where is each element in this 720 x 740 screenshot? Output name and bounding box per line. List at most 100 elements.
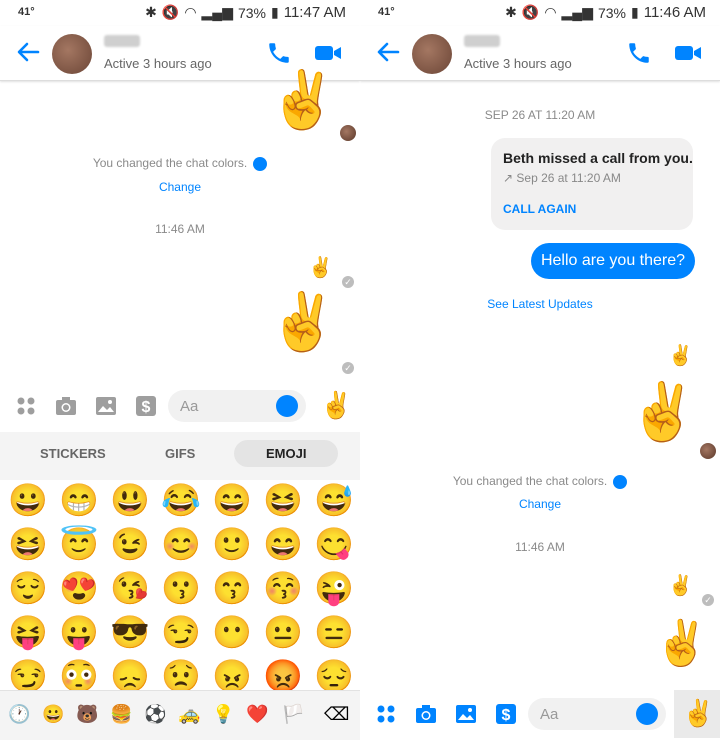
camera-icon[interactable]: [54, 394, 78, 418]
emoji-cell[interactable]: 😃: [110, 484, 150, 516]
signal-icon: ▂▄▆: [201, 4, 233, 20]
backspace-icon[interactable]: ⌫: [324, 705, 349, 723]
contact-name-blurred: [104, 35, 140, 47]
chat-header-2: Active 3 hours ago: [360, 26, 720, 81]
emoji-cell[interactable]: 😀: [8, 484, 48, 516]
emoji-cell[interactable]: 😞: [110, 660, 150, 690]
peace-sticker-r2[interactable]: ✌️: [654, 622, 709, 666]
emoji-cell[interactable]: 😳: [59, 660, 99, 690]
emoji-cell[interactable]: 😟: [161, 660, 201, 690]
more-apps-icon[interactable]: [374, 702, 398, 726]
clock: 11:47 AM: [283, 4, 346, 21]
emoji-button-icon[interactable]: [276, 395, 298, 417]
emoji-cell[interactable]: 😇: [59, 528, 99, 560]
peace-emoji-small-r2[interactable]: ✌️: [668, 576, 693, 596]
flags-icon[interactable]: 🏳️: [282, 705, 304, 723]
mute-icon: 🔇: [521, 4, 540, 20]
phone-icon[interactable]: [266, 40, 292, 66]
emoji-cell[interactable]: 😄: [212, 484, 252, 516]
tab-emoji[interactable]: EMOJI: [234, 440, 339, 467]
signal-icon: ▂▄▆: [561, 4, 593, 20]
picker-tabs: STICKERS GIFS EMOJI: [0, 432, 360, 480]
message-input[interactable]: Aa: [168, 390, 306, 422]
quick-reaction-peace-2[interactable]: ✌️: [682, 700, 714, 726]
seen-avatar-2: [700, 443, 716, 459]
emoji-cell[interactable]: 😆: [8, 528, 48, 560]
emoji-cell[interactable]: 😌: [8, 572, 48, 604]
emoji-cell[interactable]: 😝: [8, 616, 48, 648]
recent-icon[interactable]: 🕐: [8, 705, 30, 723]
battery-level: 73%: [237, 4, 267, 21]
see-latest-updates-link[interactable]: See Latest Updates: [360, 297, 720, 311]
change-link[interactable]: Change: [0, 180, 360, 194]
emoji-cell[interactable]: 😶: [212, 616, 252, 648]
emoji-cell[interactable]: 😆: [263, 484, 303, 516]
contact-avatar[interactable]: [52, 34, 92, 74]
video-call-icon[interactable]: [674, 40, 702, 66]
back-arrow-icon[interactable]: [374, 38, 402, 66]
emoji-cell[interactable]: 😠: [212, 660, 252, 690]
tab-stickers[interactable]: STICKERS: [40, 446, 106, 461]
emoji-cell[interactable]: 😊: [161, 528, 201, 560]
quick-reaction-peace[interactable]: ✌️: [320, 392, 352, 418]
change-link-2[interactable]: Change: [360, 497, 720, 511]
phone-icon[interactable]: [626, 40, 652, 66]
emoji-cell[interactable]: 🙂: [212, 528, 252, 560]
emoji-cell[interactable]: 😄: [263, 528, 303, 560]
emoji-cell[interactable]: 😑: [314, 616, 354, 648]
more-apps-icon[interactable]: [14, 394, 38, 418]
composer: $ Aa ✌️: [0, 382, 360, 430]
tab-gifs[interactable]: GIFS: [165, 446, 195, 461]
food-icon[interactable]: 🍔: [110, 705, 132, 723]
emoji-cell[interactable]: 😉: [110, 528, 150, 560]
peace-emoji-small-r1[interactable]: ✌️: [668, 346, 693, 366]
message-input-2[interactable]: Aa: [528, 698, 666, 730]
emoji-cell[interactable]: 😋: [314, 528, 354, 560]
peace-sticker-2[interactable]: ✌️: [268, 294, 338, 350]
symbols-icon[interactable]: ❤️: [246, 705, 268, 723]
emoji-cell[interactable]: 😗: [161, 572, 201, 604]
date-stamp: SEP 26 AT 11:20 AM: [484, 108, 596, 122]
emoji-cell[interactable]: 😂: [161, 484, 201, 516]
camera-icon[interactable]: [414, 702, 438, 726]
payment-icon[interactable]: $: [134, 394, 158, 418]
outgoing-message[interactable]: Hello are you there?: [531, 243, 695, 279]
emoji-button-icon[interactable]: [636, 703, 658, 725]
gallery-icon[interactable]: [454, 702, 478, 726]
smileys-icon[interactable]: 😀: [42, 705, 64, 723]
emoji-cell[interactable]: 😘: [110, 572, 150, 604]
travel-icon[interactable]: 🚕: [178, 705, 200, 723]
emoji-cell[interactable]: 😎: [110, 616, 150, 648]
emoji-cell[interactable]: 😐: [263, 616, 303, 648]
emoji-cell[interactable]: 😏: [8, 660, 48, 690]
call-again-button[interactable]: CALL AGAIN: [503, 202, 576, 216]
emoji-cell[interactable]: 😛: [59, 616, 99, 648]
animals-icon[interactable]: 🐻: [76, 705, 98, 723]
back-arrow-icon[interactable]: [14, 38, 42, 66]
emoji-cell[interactable]: 😏: [161, 616, 201, 648]
emoji-cell[interactable]: 😚: [263, 572, 303, 604]
emoji-cell[interactable]: 😁: [59, 484, 99, 516]
emoji-cell[interactable]: 😔: [314, 660, 354, 690]
emoji-cell[interactable]: 😙: [212, 572, 252, 604]
seen-avatar: [340, 125, 356, 141]
sports-icon[interactable]: ⚽: [144, 705, 166, 723]
gallery-icon[interactable]: [94, 394, 118, 418]
emoji-cell[interactable]: 😡: [263, 660, 303, 690]
peace-emoji-small[interactable]: ✌️: [308, 258, 333, 278]
battery-icon: ▮: [271, 4, 279, 20]
contact-avatar[interactable]: [412, 34, 452, 74]
left-screen: 41° ✱ 🔇 ◠ ▂▄▆ 73% ▮ 11:47 AM Active 3 ho…: [0, 0, 360, 740]
emoji-cell[interactable]: 😍: [59, 572, 99, 604]
peace-sticker[interactable]: ✌️: [268, 72, 338, 128]
emoji-cell[interactable]: 😅: [314, 484, 354, 516]
clock-2: 11:46 AM: [643, 4, 706, 21]
video-call-icon[interactable]: [314, 40, 342, 66]
emoji-grid: 😀 😁 😃 😂 😄 😆 😅 😆 😇 😉 😊 🙂 😄 😋 😌 😍 😘 😗 😙 😚 😜 😝 😛 😎 😏 😶 😐 😑 😏 😳 😞 😟 😠 😡 😔: [0, 480, 360, 690]
missed-call-time: ↗ Sep 26 at 11:20 AM: [503, 171, 621, 185]
emoji-cell[interactable]: 😜: [314, 572, 354, 604]
peace-sticker-r1[interactable]: ✌️: [628, 384, 698, 440]
payment-icon[interactable]: $: [494, 702, 518, 726]
objects-icon[interactable]: 💡: [212, 705, 234, 723]
notice-text: You changed the chat colors.: [92, 156, 248, 170]
